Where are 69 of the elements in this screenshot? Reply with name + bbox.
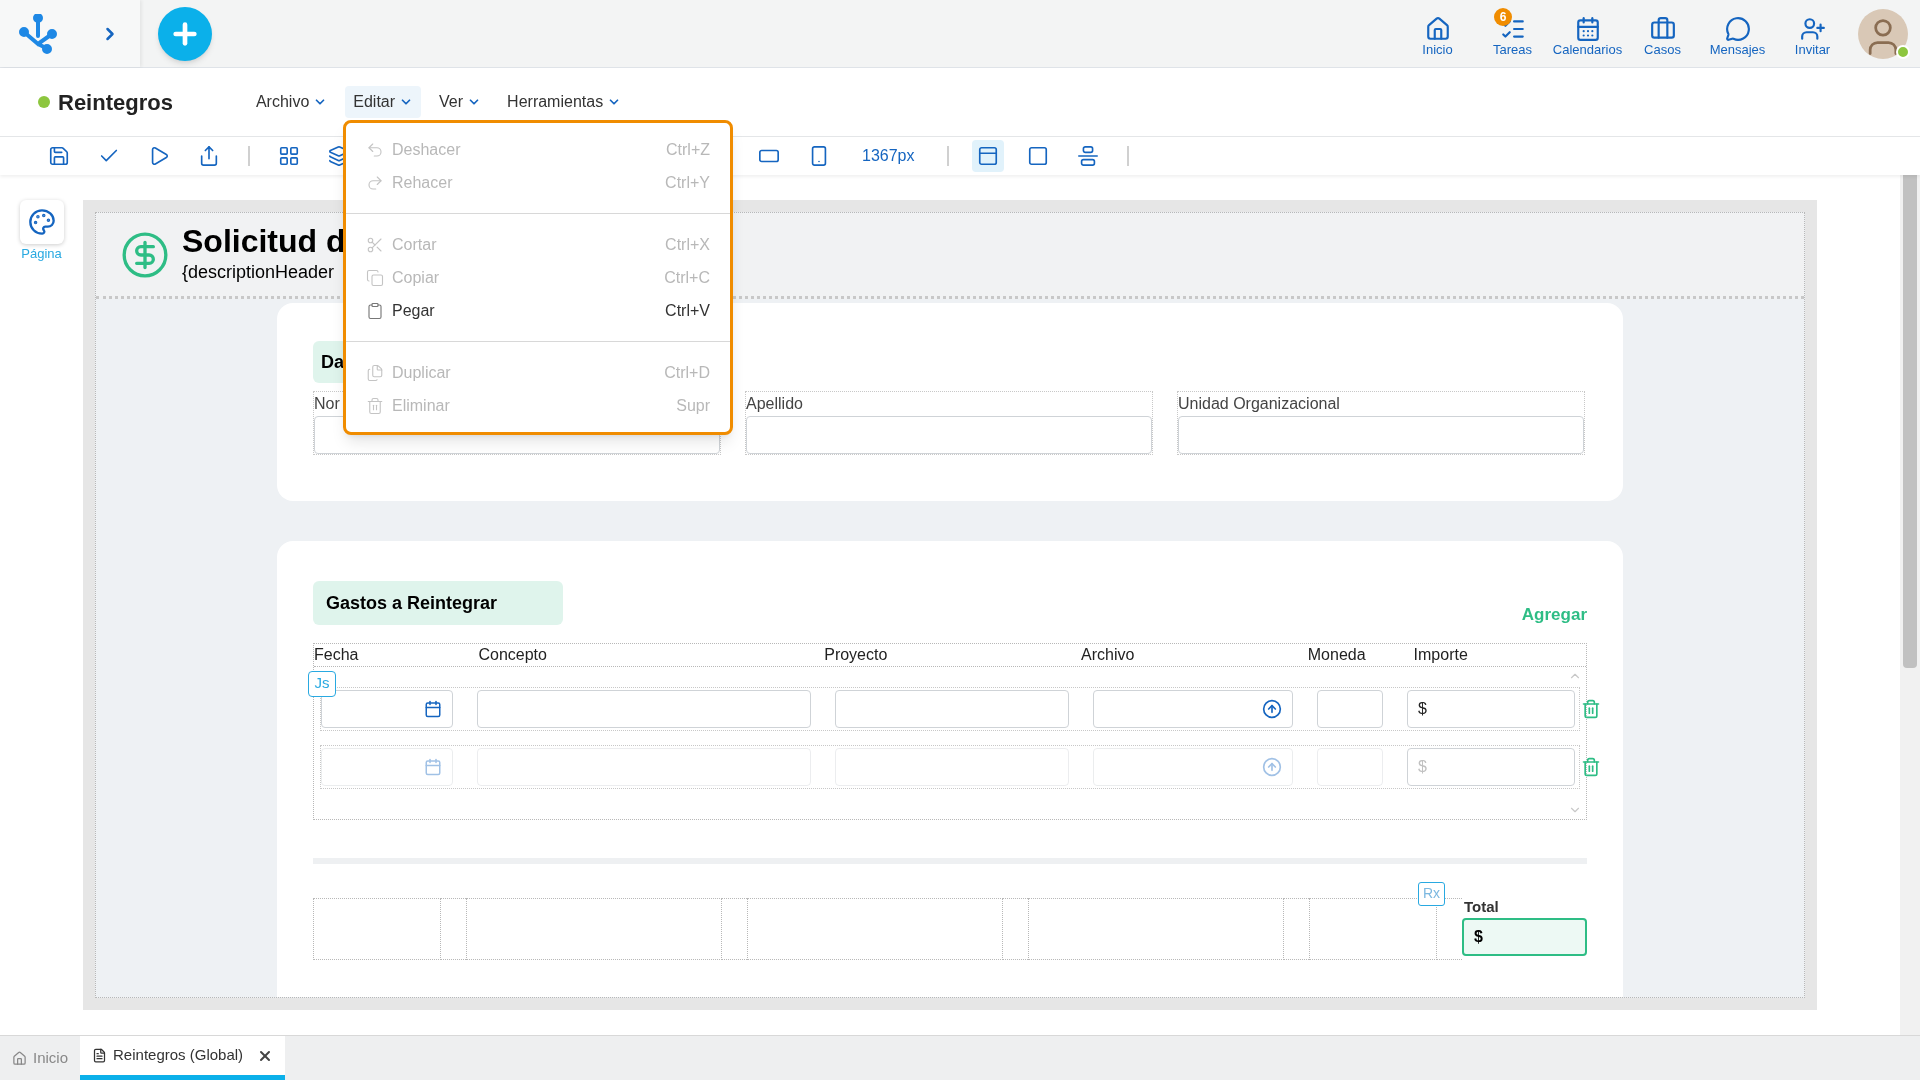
nav-button[interactable]: Tareas 6	[1475, 8, 1550, 59]
section-title: Gastos a Reintegrar	[313, 580, 563, 625]
redo-icon	[366, 173, 384, 192]
undo-icon	[366, 140, 384, 159]
menu-button[interactable]: Archivo	[247, 86, 336, 118]
duplicate-icon	[366, 363, 384, 382]
layout-icon	[976, 145, 999, 167]
trash-icon[interactable]	[1581, 698, 1601, 719]
add-button[interactable]	[158, 6, 212, 61]
total-label: Total	[1463, 896, 1500, 917]
upload-icon	[1262, 698, 1282, 719]
input-field[interactable]	[1178, 416, 1584, 454]
clipboard-icon	[366, 301, 384, 320]
grid-icon	[278, 145, 300, 167]
copy-icon	[366, 268, 384, 287]
count-badge: 6	[1494, 8, 1512, 27]
save-icon	[48, 145, 70, 167]
menu-button[interactable]: Editar	[345, 86, 422, 118]
total-field[interactable]: $	[1462, 917, 1587, 956]
nav-button[interactable]: Calendarios	[1550, 8, 1625, 59]
form-title: Solicitud d	[182, 223, 346, 259]
bottom-tab[interactable]: Reintegros (Global)	[80, 1036, 286, 1080]
nav-button[interactable]: Casos	[1625, 8, 1700, 59]
input-field[interactable]	[477, 689, 811, 728]
add-user-icon	[1799, 16, 1826, 43]
nav-button[interactable]: Inicio	[1400, 8, 1475, 59]
calendar-icon	[424, 699, 442, 718]
avatar[interactable]	[1858, 8, 1908, 59]
input-field[interactable]	[835, 689, 1069, 728]
logo-icon[interactable]	[16, 13, 60, 54]
nav-button[interactable]: Mensajes	[1700, 8, 1775, 59]
home-icon	[1424, 16, 1451, 43]
date-field[interactable]	[321, 689, 453, 728]
speech-bubble-icon	[1724, 16, 1751, 43]
trash-icon	[366, 396, 384, 415]
calendar-icon	[1574, 16, 1601, 43]
document-title: Reintegros	[58, 88, 173, 117]
menu-button[interactable]: Ver	[431, 86, 490, 118]
menu-button[interactable]: Herramientas	[499, 86, 630, 118]
column-header: Proyecto	[824, 644, 889, 665]
field-label: Unidad Organizacional	[1178, 394, 1340, 414]
width-readout: 1367px	[862, 146, 915, 166]
column-header: Concepto	[478, 644, 548, 665]
toolbar-button[interactable]	[971, 140, 1004, 172]
column-header: Importe	[1413, 644, 1469, 665]
calendar-icon	[424, 757, 442, 776]
home-icon	[12, 1050, 27, 1066]
column-header: Archivo	[1081, 644, 1136, 665]
column-header: Fecha	[314, 644, 360, 665]
bottom-tab[interactable]: Inicio	[0, 1036, 81, 1080]
frame-icon	[1026, 145, 1049, 167]
input-field[interactable]	[746, 416, 1152, 454]
nav-button[interactable]: Invitar	[1775, 8, 1850, 59]
input-field[interactable]	[1317, 689, 1383, 728]
scissors-icon	[366, 235, 384, 254]
palette-icon	[27, 208, 56, 236]
column-header: Moneda	[1307, 644, 1367, 665]
field-label: Nor	[314, 394, 340, 414]
field-label: Apellido	[746, 394, 803, 414]
menu-item[interactable]: Pegar Ctrl+V	[346, 294, 730, 327]
script-badge[interactable]: Js	[308, 670, 336, 697]
file-field[interactable]	[1093, 689, 1293, 728]
align-icon	[1076, 145, 1099, 167]
form-icon	[92, 1048, 108, 1063]
scrollbar[interactable]	[1900, 175, 1920, 1035]
amount-field[interactable]: $	[1407, 689, 1575, 728]
form-subtitle: {descriptionHeader	[182, 261, 336, 284]
upload-icon	[1262, 756, 1282, 777]
export-icon	[198, 145, 220, 167]
